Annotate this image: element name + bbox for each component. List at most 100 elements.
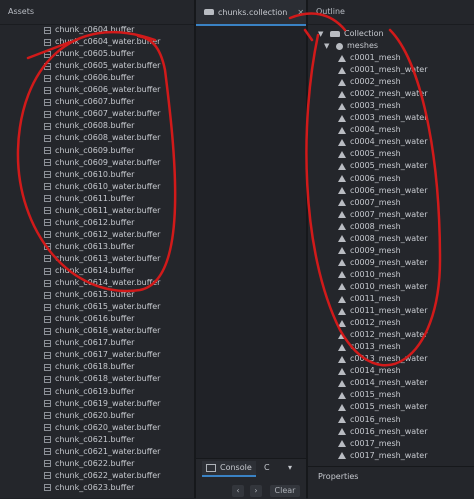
outline-item[interactable]: c0007_mesh_water xyxy=(338,209,428,221)
asset-item[interactable]: chunk_c0615_water.buffer xyxy=(44,301,160,313)
asset-item[interactable]: chunk_c0604_water.buffer xyxy=(44,36,160,48)
mesh-icon xyxy=(338,295,346,303)
asset-item[interactable]: chunk_c0616_water.buffer xyxy=(44,325,160,337)
asset-item[interactable]: chunk_c0622.buffer xyxy=(44,458,134,470)
chevron-down-icon[interactable]: ▾ xyxy=(288,463,292,472)
asset-item[interactable]: chunk_c0609_water.buffer xyxy=(44,157,160,169)
outline-item[interactable]: c0014_mesh xyxy=(338,365,401,377)
file-icon xyxy=(44,412,51,420)
asset-item[interactable]: chunk_c0604.buffer xyxy=(44,24,134,36)
outline-item[interactable]: c0001_mesh xyxy=(338,52,401,64)
clear-button[interactable]: Clear xyxy=(270,485,300,497)
asset-item[interactable]: chunk_c0610_water.buffer xyxy=(44,181,160,193)
outline-item[interactable]: c0014_mesh_water xyxy=(338,377,428,389)
file-icon xyxy=(44,460,51,468)
asset-item[interactable]: chunk_c0607_water.buffer xyxy=(44,108,160,120)
outline-item[interactable]: c0006_mesh_water xyxy=(338,185,428,197)
asset-item[interactable]: chunk_c0612.buffer xyxy=(44,217,134,229)
outline-item[interactable]: c0004_mesh xyxy=(338,124,401,136)
asset-item-label: chunk_c0610.buffer xyxy=(55,169,135,179)
outline-item[interactable]: c0012_mesh xyxy=(338,317,401,329)
outline-item[interactable]: c0002_mesh_water xyxy=(338,88,428,100)
asset-item[interactable]: chunk_c0619.buffer xyxy=(44,386,134,398)
tab-console[interactable]: Console xyxy=(202,461,256,477)
outline-item[interactable]: c0016_mesh_water xyxy=(338,426,428,438)
outline-item[interactable]: c0017_mesh_water xyxy=(338,450,428,462)
asset-item[interactable]: chunk_c0608_water.buffer xyxy=(44,132,160,144)
asset-item-label: chunk_c0611.buffer xyxy=(55,193,135,203)
outline-item[interactable]: c0008_mesh_water xyxy=(338,233,428,245)
asset-item[interactable]: chunk_c0623.buffer xyxy=(44,482,134,494)
outline-item[interactable]: c0017_mesh xyxy=(338,438,401,450)
asset-item[interactable]: chunk_c0614.buffer xyxy=(44,265,134,277)
tab-other[interactable]: C xyxy=(264,463,270,472)
asset-item[interactable]: chunk_c0610.buffer xyxy=(44,169,134,181)
outline-item[interactable]: c0015_mesh_water xyxy=(338,401,428,413)
asset-item[interactable]: chunk_c0617_water.buffer xyxy=(44,349,160,361)
file-icon xyxy=(44,279,51,287)
asset-item[interactable]: chunk_c0605.buffer xyxy=(44,48,134,60)
asset-item[interactable]: chunk_c0615.buffer xyxy=(44,289,134,301)
chevron-down-icon[interactable]: ▼ xyxy=(318,28,326,40)
outline-item[interactable]: c0009_mesh xyxy=(338,245,401,257)
outline-item[interactable]: c0007_mesh xyxy=(338,197,401,209)
file-icon xyxy=(44,171,51,179)
asset-item[interactable]: chunk_c0622_water.buffer xyxy=(44,470,160,482)
asset-item[interactable]: chunk_c0612_water.buffer xyxy=(44,229,160,241)
outline-group[interactable]: ▼ meshes xyxy=(324,40,378,52)
asset-item[interactable]: chunk_c0606.buffer xyxy=(44,72,134,84)
asset-item[interactable]: chunk_c0620_water.buffer xyxy=(44,422,160,434)
outline-item[interactable]: c0013_mesh xyxy=(338,341,401,353)
outline-item[interactable]: c0011_mesh_water xyxy=(338,305,428,317)
outline-item[interactable]: c0002_mesh xyxy=(338,76,401,88)
asset-item[interactable]: chunk_c0618_water.buffer xyxy=(44,373,160,385)
outline-item-label: c0007_mesh xyxy=(350,197,401,207)
asset-item[interactable]: chunk_c0618.buffer xyxy=(44,361,134,373)
mesh-icon xyxy=(338,440,346,448)
asset-item[interactable]: chunk_c0605_water.buffer xyxy=(44,60,160,72)
asset-item[interactable]: chunk_c0607.buffer xyxy=(44,96,134,108)
mesh-icon xyxy=(338,138,346,146)
outline-item[interactable]: c0005_mesh xyxy=(338,148,401,160)
asset-item[interactable]: chunk_c0619_water.buffer xyxy=(44,398,160,410)
prev-button[interactable]: ‹ xyxy=(232,485,244,497)
asset-item[interactable]: chunk_c0606_water.buffer xyxy=(44,84,160,96)
asset-item[interactable]: chunk_c0616.buffer xyxy=(44,313,134,325)
outline-item[interactable]: c0013_mesh_water xyxy=(338,353,428,365)
next-button[interactable]: › xyxy=(250,485,262,497)
asset-item[interactable]: chunk_c0617.buffer xyxy=(44,337,134,349)
outline-item-label: c0015_mesh xyxy=(350,390,401,400)
outline-item[interactable]: c0005_mesh_water xyxy=(338,160,428,172)
asset-item[interactable]: chunk_c0611_water.buffer xyxy=(44,205,160,217)
outline-item[interactable]: c0003_mesh_water xyxy=(338,112,428,124)
outline-item[interactable]: c0004_mesh_water xyxy=(338,136,428,148)
outline-item[interactable]: c0006_mesh xyxy=(338,173,401,185)
asset-item[interactable]: chunk_c0609.buffer xyxy=(44,145,134,157)
asset-item[interactable]: chunk_c0620.buffer xyxy=(44,410,134,422)
outline-item[interactable]: c0010_mesh_water xyxy=(338,281,428,293)
asset-item[interactable]: chunk_c0613.buffer xyxy=(44,241,134,253)
outline-item[interactable]: c0008_mesh xyxy=(338,221,401,233)
close-icon[interactable]: ✕ xyxy=(297,8,304,17)
tab-chunks-collection[interactable]: chunks.collection ✕ xyxy=(196,0,306,26)
outline-item[interactable]: c0010_mesh xyxy=(338,269,401,281)
asset-item[interactable]: chunk_c0608.buffer xyxy=(44,120,134,132)
file-icon xyxy=(44,74,51,82)
outline-item[interactable]: c0012_mesh_water xyxy=(338,329,428,341)
outline-item[interactable]: c0011_mesh xyxy=(338,293,401,305)
asset-item[interactable]: chunk_c0614_water.buffer xyxy=(44,277,160,289)
chevron-down-icon[interactable]: ▼ xyxy=(324,40,332,52)
asset-item[interactable]: chunk_c0613_water.buffer xyxy=(44,253,160,265)
outline-item[interactable]: c0016_mesh xyxy=(338,414,401,426)
outline-item[interactable]: c0015_mesh xyxy=(338,389,401,401)
asset-item[interactable]: chunk_c0621.buffer xyxy=(44,434,134,446)
outline-item[interactable]: c0003_mesh xyxy=(338,100,401,112)
outline-item[interactable]: c0001_mesh_water xyxy=(338,64,428,76)
asset-item[interactable]: chunk_c0621_water.buffer xyxy=(44,446,160,458)
file-icon xyxy=(44,38,51,46)
outline-root[interactable]: ▼ Collection xyxy=(318,28,384,40)
outline-item[interactable]: c0009_mesh_water xyxy=(338,257,428,269)
asset-item[interactable]: chunk_c0611.buffer xyxy=(44,193,134,205)
file-icon xyxy=(44,351,51,359)
file-icon xyxy=(44,400,51,408)
